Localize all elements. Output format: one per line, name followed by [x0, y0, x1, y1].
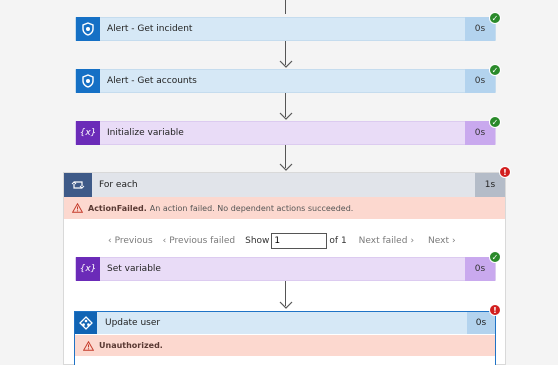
variable-icon: {x}: [76, 257, 100, 281]
success-check-icon: ✓: [489, 12, 501, 24]
connector-arrow: [279, 145, 293, 171]
foreach-error-banner: ActionFailed. An action failed. No depen…: [64, 197, 505, 219]
loop-icon: [64, 173, 92, 197]
step-alert-get-incident[interactable]: Alert - Get incident 0s: [75, 17, 496, 41]
success-check-icon: ✓: [489, 116, 501, 128]
iteration-total: of 1: [329, 236, 347, 246]
chevron-left-icon: ‹: [162, 236, 167, 246]
step-title: Alert - Get incident: [107, 24, 193, 34]
step-update-user[interactable]: Update user 0s Unauthorized.: [74, 311, 496, 365]
variable-icon: {x}: [76, 121, 100, 145]
iteration-input[interactable]: [271, 233, 328, 249]
variable-glyph: {x}: [79, 264, 97, 274]
error-glyph: !: [493, 305, 497, 315]
step-title: Set variable: [107, 264, 161, 274]
foreach-title: For each: [99, 180, 138, 190]
step-title: Initialize variable: [107, 128, 184, 138]
connector-arrow: [279, 281, 293, 309]
error-icon: !: [489, 304, 501, 316]
chevron-left-icon: ‹: [108, 236, 112, 246]
iteration-pager: ‹ Previous ‹ Previous failed Show of 1 N…: [108, 233, 456, 249]
show-label: Show: [245, 236, 270, 246]
check-glyph: ✓: [491, 117, 499, 127]
next-button[interactable]: Next: [428, 236, 449, 246]
connector-arrow: [279, 93, 293, 120]
update-user-error-banner: Unauthorized.: [75, 335, 495, 356]
next-failed-button[interactable]: Next failed: [359, 236, 408, 246]
chevron-right-icon: ›: [452, 236, 456, 246]
foreach-scope: For each 1s ActionFailed. An action fail…: [63, 172, 506, 365]
error-glyph: !: [503, 167, 507, 177]
warning-icon: [72, 203, 83, 213]
sentinel-shield-icon: [76, 17, 100, 41]
variable-glyph: {x}: [79, 128, 97, 138]
connector-arrow: [279, 41, 293, 68]
success-check-icon: ✓: [489, 251, 501, 263]
step-alert-get-accounts[interactable]: Alert - Get accounts 0s: [75, 69, 496, 93]
check-glyph: ✓: [491, 65, 499, 75]
error-title: Unauthorized.: [99, 341, 163, 350]
foreach-header[interactable]: For each 1s: [64, 173, 505, 197]
logic-app-run-canvas: Alert - Get incident 0s ✓ Alert - Get ac…: [0, 0, 558, 365]
update-user-header[interactable]: Update user 0s: [75, 312, 495, 334]
step-title: Alert - Get accounts: [107, 76, 197, 86]
check-glyph: ✓: [491, 13, 499, 23]
error-icon: !: [499, 166, 511, 178]
error-title: ActionFailed.: [88, 203, 147, 213]
sentinel-shield-icon: [76, 69, 100, 93]
step-initialize-variable[interactable]: {x} Initialize variable 0s: [75, 121, 496, 145]
previous-failed-button[interactable]: Previous failed: [169, 236, 235, 246]
connector-arrow: [279, 0, 293, 14]
warning-icon: [83, 340, 94, 351]
chevron-right-icon: ›: [410, 236, 415, 246]
success-check-icon: ✓: [489, 64, 501, 76]
error-message: An action failed. No dependent actions s…: [149, 203, 354, 213]
step-title: Update user: [105, 318, 161, 328]
check-glyph: ✓: [491, 252, 499, 262]
step-duration: 0s: [467, 312, 495, 334]
step-set-variable[interactable]: {x} Set variable 0s: [75, 257, 496, 281]
previous-button[interactable]: Previous: [115, 236, 153, 246]
azure-ad-icon: [75, 312, 97, 334]
